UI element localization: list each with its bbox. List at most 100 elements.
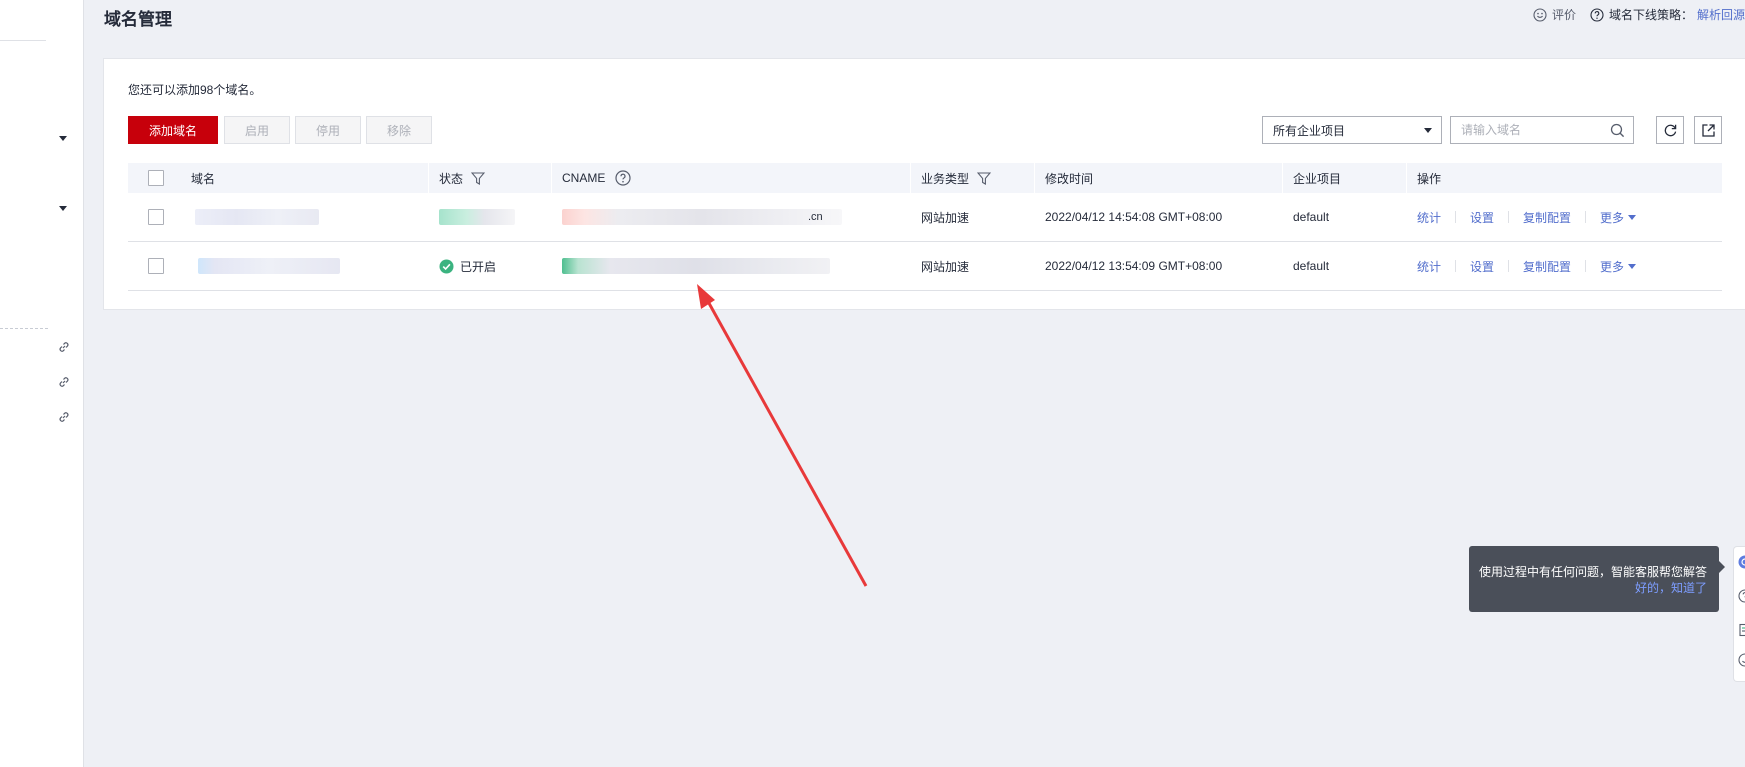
refresh-button[interactable] [1656, 116, 1684, 144]
more-dropdown[interactable]: 更多 [1600, 209, 1637, 226]
search-icon[interactable] [1610, 123, 1625, 138]
filter-icon[interactable] [471, 171, 486, 185]
column-status: 状态 [439, 163, 486, 193]
header-actions: 评价 域名下线策略： 解析回源 [1533, 6, 1745, 23]
filter-icon[interactable] [977, 171, 992, 185]
column-divider [1406, 163, 1407, 193]
modified-time-cell: 2022/04/12 13:54:09 GMT+08:00 [1045, 259, 1223, 273]
tooltip-pointer [1719, 561, 1725, 573]
domain-cell [195, 193, 319, 241]
evaluate-label: 评价 [1551, 8, 1576, 22]
page-title: 域名管理 [104, 10, 172, 29]
column-divider [1282, 163, 1283, 193]
assistant-tooltip-text: 使用过程中有任何问题，智能客服帮您解答 [1479, 565, 1708, 579]
tooltip-dismiss-link[interactable]: 好的，知道了 [1479, 580, 1707, 596]
redacted-cname [562, 258, 830, 274]
ops-divider [1508, 211, 1510, 223]
assistant-tooltip: 使用过程中有任何问题，智能客服帮您解答 好的，知道了 [1469, 546, 1725, 612]
project-cell: default [1293, 210, 1330, 224]
ops-divider [1585, 260, 1587, 272]
copy-config-link[interactable]: 复制配置 [1523, 258, 1571, 275]
export-button[interactable] [1694, 116, 1722, 144]
column-modified: 修改时间 [1045, 171, 1094, 186]
origin-resolution-link[interactable]: 解析回源 [1697, 6, 1745, 23]
column-divider [1034, 163, 1035, 193]
status-cell [439, 193, 515, 241]
stats-link[interactable]: 统计 [1417, 258, 1441, 275]
domain-table: 域名 状态 CNAME 业务类型 修改时间 企业项目 操作 .cn 网站加速 2… [128, 163, 1722, 291]
settings-link[interactable]: 设置 [1470, 209, 1494, 226]
cname-cell [562, 242, 830, 290]
domain-search-box[interactable] [1450, 116, 1634, 144]
feedback-document-icon[interactable] [1738, 623, 1745, 637]
column-domain: 域名 [191, 171, 216, 186]
assistant-avatar-icon[interactable] [1738, 555, 1745, 569]
stats-link[interactable]: 统计 [1417, 209, 1441, 226]
column-divider [428, 163, 429, 193]
column-project: 企业项目 [1293, 171, 1342, 186]
chevron-down-icon [1628, 264, 1637, 269]
redacted-cname [562, 209, 842, 225]
export-icon [1701, 123, 1715, 137]
cname-cell: .cn [562, 193, 842, 241]
redacted-status [439, 209, 515, 225]
domain-quota-text: 您还可以添加98个域名。 [128, 83, 262, 97]
evaluate-button[interactable]: 评价 [1533, 6, 1576, 23]
ops-divider [1508, 260, 1510, 272]
select-all-cell [148, 163, 164, 193]
help-circle-icon[interactable] [615, 170, 631, 186]
external-link-chain-icon[interactable] [57, 410, 71, 424]
redacted-domain-name[interactable] [198, 258, 340, 274]
column-cname-label: CNAME [562, 171, 606, 185]
ops-divider [1585, 211, 1587, 223]
offline-policy-label: 域名下线策略： [1608, 8, 1693, 22]
row-select-cell [148, 242, 164, 290]
help-circle-icon [1590, 7, 1604, 22]
column-divider [910, 163, 911, 193]
enable-button[interactable]: 启用 [224, 116, 290, 144]
cname-suffix: .cn [808, 211, 823, 223]
refresh-icon [1664, 124, 1676, 136]
help-circle-icon[interactable] [1738, 589, 1745, 603]
column-cname: CNAME [562, 163, 631, 193]
redacted-domain-name[interactable] [195, 209, 319, 225]
column-status-label: 状态 [439, 171, 464, 186]
floating-toolbar [1733, 546, 1745, 682]
disable-button[interactable]: 停用 [295, 116, 361, 144]
domain-search-input[interactable] [1451, 118, 1601, 142]
select-all-checkbox[interactable] [148, 170, 164, 186]
domain-cell [198, 242, 340, 290]
more-dropdown[interactable]: 更多 [1600, 258, 1637, 275]
more-label: 更多 [1600, 259, 1625, 274]
enterprise-project-select[interactable]: 所有企业项目 [1262, 116, 1442, 144]
column-service-type: 业务类型 [921, 163, 992, 193]
copy-config-link[interactable]: 复制配置 [1523, 209, 1571, 226]
chevron-down-icon [1628, 215, 1637, 220]
row-select-cell [148, 193, 164, 241]
sidebar-expand-caret-icon[interactable] [59, 136, 67, 141]
column-divider [551, 163, 552, 193]
modified-time-cell: 2022/04/12 14:54:08 GMT+08:00 [1045, 210, 1223, 224]
external-link-chain-icon[interactable] [57, 375, 71, 389]
row-checkbox[interactable] [148, 258, 164, 274]
external-link-chain-icon[interactable] [57, 340, 71, 354]
column-ops: 操作 [1417, 171, 1442, 186]
settings-link[interactable]: 设置 [1470, 258, 1494, 275]
offline-policy[interactable]: 域名下线策略： 解析回源 [1590, 6, 1745, 23]
sidebar-divider [0, 40, 46, 41]
project-cell: default [1293, 259, 1330, 273]
status-enabled: 已开启 [439, 258, 496, 275]
service-type-cell: 网站加速 [921, 259, 970, 274]
service-type-cell: 网站加速 [921, 210, 970, 225]
remove-button[interactable]: 移除 [366, 116, 432, 144]
add-domain-button[interactable]: 添加域名 [128, 116, 218, 144]
check-circle-icon [439, 259, 454, 273]
row-checkbox[interactable] [148, 209, 164, 225]
ops-divider [1455, 211, 1457, 223]
smiley-icon[interactable] [1738, 653, 1745, 667]
ops-divider [1455, 260, 1457, 272]
sidebar-expand-caret-icon[interactable] [59, 206, 67, 211]
chevron-down-icon [1424, 128, 1432, 133]
sidebar-dashed-divider [0, 328, 48, 329]
status-cell: 已开启 [439, 242, 496, 290]
